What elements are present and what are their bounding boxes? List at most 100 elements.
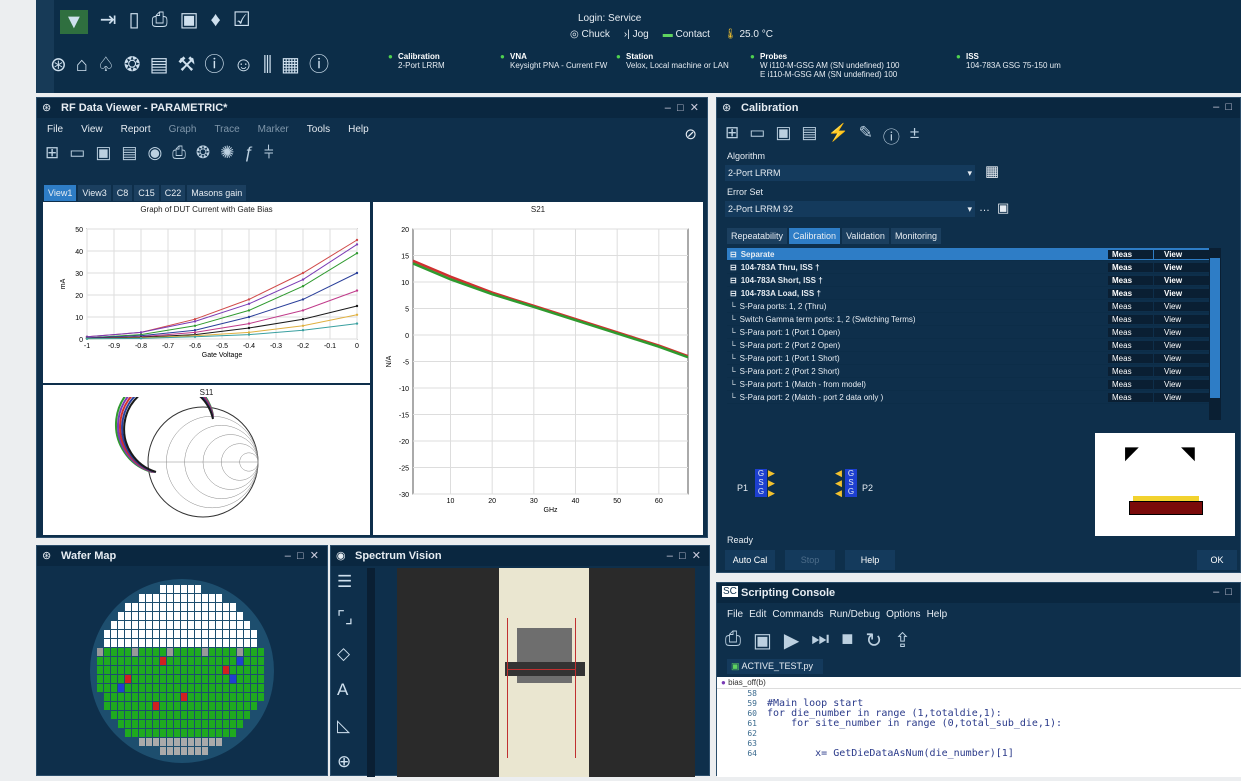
die-cell[interactable] [216,639,222,647]
meas-button[interactable]: Meas [1108,288,1153,298]
jog-button[interactable]: ›| Jog [624,29,649,40]
die-cell[interactable] [181,747,187,755]
meas-button[interactable]: Meas [1108,392,1153,402]
save-icon[interactable]: ▣ [95,143,111,163]
menu-item[interactable]: Report [121,124,151,135]
die-cell[interactable] [139,693,145,701]
die-cell[interactable] [118,630,124,638]
menu-item[interactable]: File [47,124,63,135]
die-cell[interactable] [174,612,180,620]
die-cell[interactable] [174,702,180,710]
save-icon[interactable]: ▣ [180,10,199,34]
die-cell[interactable] [251,702,257,710]
die-cell[interactable] [195,594,201,602]
die-cell[interactable] [146,603,152,611]
menu-item[interactable]: File [727,609,743,620]
text-add-icon[interactable]: A [337,680,353,700]
meas-button[interactable]: Meas [1108,327,1153,337]
die-cell[interactable] [174,684,180,692]
calibration-scrollbar[interactable] [1209,248,1221,420]
function-dropdown[interactable]: ● bias_off(b) [717,677,1241,689]
die-cell[interactable] [223,711,229,719]
die-cell[interactable] [216,603,222,611]
calibration-row[interactable]: ⊟ Separate Meas View [727,248,1209,261]
die-cell[interactable] [188,648,194,656]
die-cell[interactable] [181,693,187,701]
wrench-icon[interactable]: ✎ [859,123,873,148]
save-as-icon[interactable]: ▤ [121,143,137,163]
temperature-button[interactable]: 🌡 25.0 °C [724,29,773,40]
die-cell[interactable] [209,720,215,728]
meas-button[interactable]: Meas [1108,249,1153,259]
calibration-row[interactable]: └ S-Para port: 1 (Port 1 Open) Meas View [727,326,1209,339]
die-cell[interactable] [167,738,173,746]
print-icon[interactable]: ⎙ [152,10,168,34]
die-cell[interactable] [258,693,264,701]
die-cell[interactable] [216,738,222,746]
die-cell[interactable] [167,657,173,665]
die-cell[interactable] [223,612,229,620]
die-cell[interactable] [153,612,159,620]
code-editor[interactable]: ● bias_off(b) 58 59 #Main loop start 60 for … [717,677,1241,777]
tab[interactable]: View3 [78,185,111,201]
die-cell[interactable] [167,747,173,755]
calendar-icon[interactable]: ▦ [985,162,999,180]
die-cell[interactable] [146,657,152,665]
die-cell[interactable] [216,648,222,656]
die-cell[interactable] [202,621,208,629]
plus-minus-icon[interactable]: ± [910,123,919,148]
die-cell[interactable] [146,693,152,701]
die-cell[interactable] [125,684,131,692]
die-cell[interactable] [160,585,166,593]
die-cell[interactable] [125,648,131,656]
die-cell[interactable] [223,702,229,710]
die-cell[interactable] [125,675,131,683]
spectrum-scrollbar[interactable] [367,568,375,777]
die-cell[interactable] [139,711,145,719]
meas-button[interactable]: Meas [1108,366,1153,376]
reload-icon[interactable]: ↻ [865,628,882,653]
die-cell[interactable] [209,621,215,629]
die-cell[interactable] [167,612,173,620]
die-cell[interactable] [202,711,208,719]
die-cell[interactable] [146,720,152,728]
meas-button[interactable]: Meas [1108,314,1153,324]
die-cell[interactable] [160,639,166,647]
die-cell[interactable] [216,594,222,602]
die-cell[interactable] [181,684,187,692]
die-cell[interactable] [202,648,208,656]
die-cell[interactable] [251,675,257,683]
wafer-logo-icon[interactable]: ▼ [60,10,88,34]
die-cell[interactable] [188,738,194,746]
die-cell[interactable] [181,666,187,674]
die-cell[interactable] [258,666,264,674]
die-cell[interactable] [118,693,124,701]
tab[interactable]: C22 [160,185,186,201]
view-button[interactable]: View [1154,353,1209,363]
login-icon[interactable]: ⇥ [100,10,117,34]
die-cell[interactable] [244,648,250,656]
menu-item[interactable]: Trace [214,124,239,135]
die-cell[interactable] [202,738,208,746]
die-cell[interactable] [181,675,187,683]
open-icon[interactable]: ▭ [749,123,765,148]
die-cell[interactable] [111,666,117,674]
checklist-icon[interactable]: ☑ [233,10,251,34]
die-cell[interactable] [209,657,215,665]
alert-icon[interactable]: ⓘ [204,55,224,75]
die-cell[interactable] [139,639,145,647]
die-cell[interactable] [153,603,159,611]
die-cell[interactable] [195,585,201,593]
die-cell[interactable] [230,603,236,611]
die-cell[interactable] [139,738,145,746]
die-cell[interactable] [216,666,222,674]
die-cell[interactable] [160,747,166,755]
die-cell[interactable] [223,621,229,629]
die-cell[interactable] [160,666,166,674]
die-cell[interactable] [230,684,236,692]
die-cell[interactable] [181,585,187,593]
die-cell[interactable] [174,720,180,728]
die-cell[interactable] [202,693,208,701]
die-cell[interactable] [132,612,138,620]
die-cell[interactable] [174,648,180,656]
